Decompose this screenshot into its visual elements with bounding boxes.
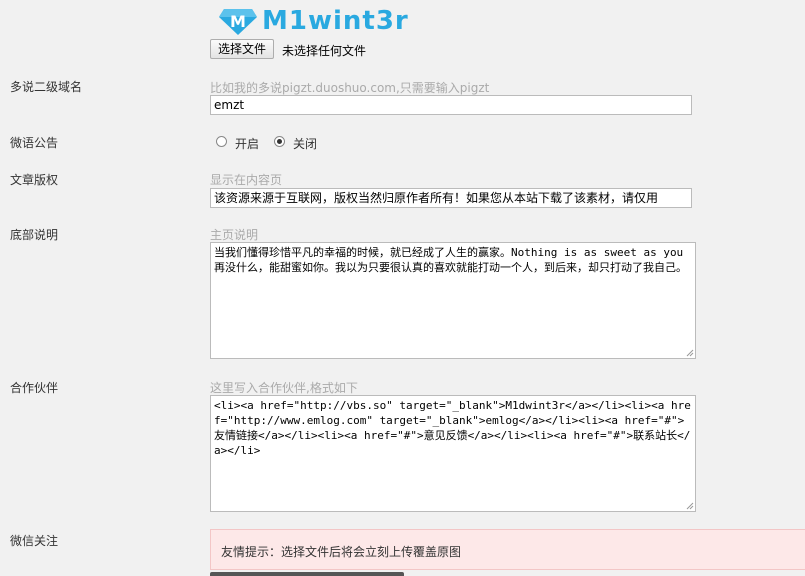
copyright-label: 文章版权	[10, 173, 59, 187]
choose-file-button[interactable]: 选择文件	[210, 39, 275, 59]
diamond-logo-icon: M	[219, 9, 257, 35]
footer-textarea[interactable]: 当我们懂得珍惜平凡的幸福的时候，就已经成了人生的赢家。Nothing is as…	[210, 242, 696, 359]
upload-notice: 友情提示：选择文件后将会立刻上传覆盖原图	[210, 529, 805, 570]
logo-text: M1wint3r	[262, 6, 409, 36]
footer-hint: 主页说明	[210, 228, 259, 242]
duoshuo-label: 多说二级域名	[10, 80, 83, 94]
copyright-hint: 显示在内容页	[210, 173, 283, 187]
weiyu-on-radio[interactable]	[216, 136, 227, 147]
resize-handle-icon[interactable]	[686, 502, 694, 510]
footer-label: 底部说明	[10, 228, 59, 242]
wechat-label: 微信关注	[10, 534, 59, 548]
weiyu-label: 微语公告	[10, 136, 59, 150]
site-logo: M M1wint3r	[218, 4, 409, 38]
partners-textarea[interactable]: <li><a href="http://vbs.so" target="_bla…	[210, 395, 696, 512]
weiyu-off-label[interactable]: 关闭	[293, 135, 317, 152]
upload-notice-text: 友情提示：选择文件后将会立刻上传覆盖原图	[221, 545, 462, 559]
logo-mark-letter: M	[230, 12, 246, 31]
weiyu-off-radio[interactable]	[274, 136, 285, 147]
resize-handle-icon[interactable]	[686, 349, 694, 357]
copyright-input[interactable]: 该资源来源于互联网，版权当然归原作者所有！如果您从本站下载了该素材，请仅用	[210, 188, 692, 208]
footer-textarea-text: 当我们懂得珍惜平凡的幸福的时候，就已经成了人生的赢家。Nothing is as…	[214, 246, 687, 274]
weiyu-on-label[interactable]: 开启	[235, 135, 259, 152]
duoshuo-input[interactable]: emzt	[210, 95, 692, 115]
cut-off-button-edge	[210, 572, 404, 576]
file-status-text: 未选择任何文件	[282, 44, 367, 58]
duoshuo-hint: 比如我的多说pigzt.duoshuo.com,只需要输入pigzt	[210, 81, 490, 95]
partners-textarea-text: <li><a href="http://vbs.so" target="_bla…	[214, 399, 691, 457]
partners-hint: 这里写入合作伙伴,格式如下	[210, 381, 358, 395]
partners-label: 合作伙伴	[10, 381, 59, 395]
